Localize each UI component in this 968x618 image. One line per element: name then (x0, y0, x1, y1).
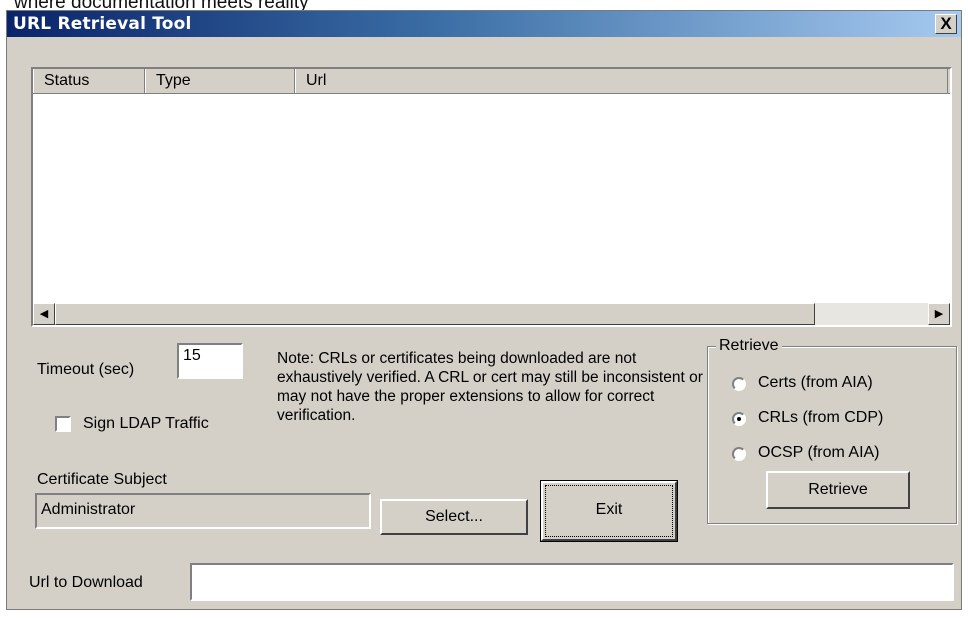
close-button[interactable]: X (935, 14, 957, 34)
dialog-window: URL Retrieval Tool X Status Type Url ◀ ▶… (6, 10, 962, 610)
verification-note: Note: CRLs or certificates being downloa… (277, 350, 703, 424)
retrieve-group-title: Retrieve (716, 337, 782, 355)
radio-crls-cdp-label[interactable]: CRLs (from CDP) (758, 409, 883, 427)
certificate-subject-label: Certificate Subject (37, 471, 167, 488)
exit-button-label: Exit (595, 501, 623, 518)
scrollbar-thumb[interactable] (55, 303, 815, 325)
radio-certs-aia[interactable] (732, 377, 746, 391)
select-button[interactable]: Select... (380, 499, 528, 535)
radio-ocsp-aia[interactable] (732, 447, 746, 461)
sign-ldap-checkbox[interactable] (55, 416, 71, 432)
url-download-input[interactable] (190, 563, 954, 601)
retrieve-button-label: Retrieve (808, 481, 868, 498)
timeout-label: Timeout (sec) (37, 361, 135, 378)
radio-certs-aia-label[interactable]: Certs (from AIA) (758, 374, 873, 392)
sign-ldap-label[interactable]: Sign LDAP Traffic (83, 415, 209, 433)
certificate-subject-field: Administrator (35, 493, 371, 529)
list-header: Status Type Url (33, 69, 950, 94)
url-download-label: Url to Download (29, 574, 143, 591)
radio-crls-cdp[interactable] (732, 412, 746, 426)
column-header-url[interactable]: Url (295, 69, 948, 93)
retrieve-button[interactable]: Retrieve (766, 471, 910, 509)
scroll-left-button[interactable]: ◀ (33, 303, 55, 325)
radio-ocsp-aia-label[interactable]: OCSP (from AIA) (758, 444, 880, 462)
title-bar[interactable]: URL Retrieval Tool X (7, 11, 961, 37)
exit-button[interactable]: Exit (540, 480, 678, 542)
close-icon: X (940, 14, 952, 33)
radio-selected-dot (737, 417, 741, 421)
column-header-status[interactable]: Status (33, 69, 145, 93)
select-button-label: Select... (425, 508, 483, 525)
horizontal-scrollbar[interactable]: ◀ ▶ (33, 303, 950, 325)
arrow-left-icon: ◀ (39, 308, 49, 320)
scroll-right-button[interactable]: ▶ (928, 303, 950, 325)
arrow-right-icon: ▶ (934, 308, 944, 320)
column-header-type[interactable]: Type (145, 69, 295, 93)
retrieve-groupbox: Retrieve Certs (from AIA) CRLs (from CDP… (707, 337, 957, 524)
window-title: URL Retrieval Tool (13, 14, 192, 34)
url-list-view[interactable]: Status Type Url ◀ ▶ (31, 67, 952, 327)
timeout-input[interactable]: 15 (177, 343, 243, 379)
